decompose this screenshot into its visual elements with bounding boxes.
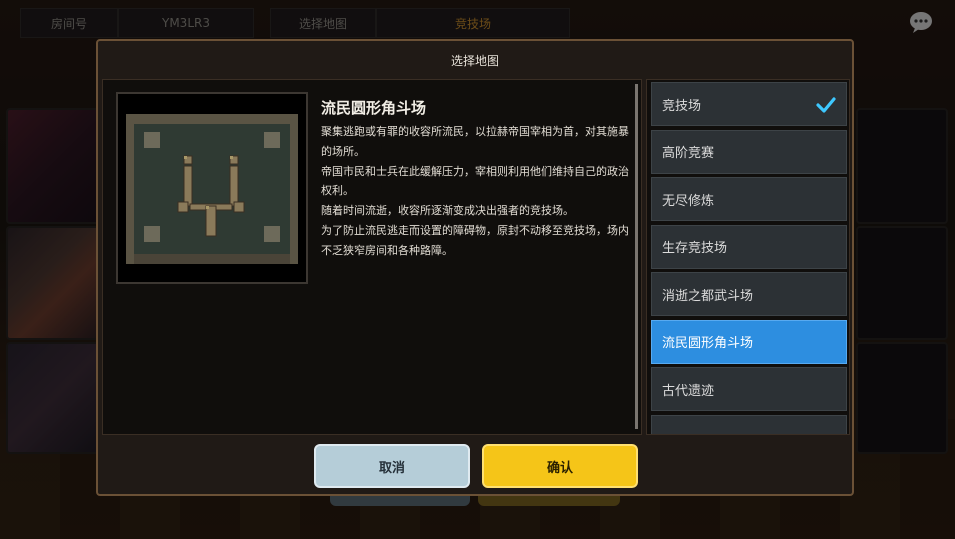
map-item-arena[interactable]: 竞技场: [651, 82, 847, 126]
description-paragraph: 帝国市民和士兵在此缓解压力，宰相则利用他们维持自己的政治权利。: [321, 164, 629, 198]
map-item-label: 消逝之都武斗场: [662, 288, 754, 304]
description-paragraph: 随着时间流逝，收容所逐渐变成决出强者的竞技场。: [321, 204, 574, 218]
map-item-label: 竞技场: [662, 98, 702, 114]
map-list: 竞技场 高阶竞赛 无尽修炼 生存竞技场 消逝之都武斗场 流民圆形角斗场 古代遗迹: [646, 79, 850, 435]
map-item-advanced-match[interactable]: 高阶竞赛: [651, 129, 847, 174]
map-item-survival-arena[interactable]: 生存竞技场: [651, 224, 847, 269]
description-paragraph: 为了防止流民逃走而设置的障碍物，原封不动移至竞技场，场内不乏狭窄房间和各种路障。: [321, 223, 629, 257]
checkmark-icon: [816, 97, 836, 113]
map-select-dialog: 选择地图 流民圆形角斗场 聚集逃跑或有罪的收容所流民，以拉赫帝国宰相为首，对其施…: [96, 39, 854, 496]
map-item-partial[interactable]: [651, 414, 847, 434]
scrollbar-thumb[interactable]: [635, 84, 638, 429]
confirm-button[interactable]: 确认: [482, 444, 638, 488]
arena-map-preview: [118, 94, 306, 282]
map-preview-image: [116, 92, 308, 284]
map-item-ancient-ruins[interactable]: 古代遗迹: [651, 367, 847, 411]
dialog-title: 选择地图: [450, 53, 499, 68]
description-paragraph: 聚集逃跑或有罪的收容所流民，以拉赫帝国宰相为首，对其施暴的场所。: [321, 125, 629, 158]
map-description: 聚集逃跑或有罪的收容所流民，以拉赫帝国宰相为首，对其施暴的场所。 帝国市民和士兵…: [321, 122, 629, 261]
cancel-button[interactable]: 取消: [314, 444, 470, 488]
map-detail-panel: 流民圆形角斗场 聚集逃跑或有罪的收容所流民，以拉赫帝国宰相为首，对其施暴的场所。…: [102, 79, 642, 435]
map-item-refugee-colosseum[interactable]: 流民圆形角斗场: [651, 319, 847, 364]
map-item-label: 生存竞技场: [662, 241, 728, 256]
map-item-endless-training[interactable]: 无尽修炼: [651, 177, 847, 221]
description-scrollbar[interactable]: [635, 84, 638, 429]
screen: 房间号 YM3LR3 选择地图 竞技场 选择地图 流民圆形角斗场 聚集逃跑或有罪…: [0, 0, 955, 539]
map-item-label: 古代遗迹: [662, 383, 715, 399]
map-title: 流民圆形角斗场: [321, 99, 427, 117]
map-item-vanished-city-arena[interactable]: 消逝之都武斗场: [651, 272, 847, 316]
map-item-label: 无尽修炼: [662, 193, 715, 209]
map-item-label: 高阶竞赛: [662, 146, 715, 161]
map-item-label: 流民圆形角斗场: [662, 336, 754, 351]
